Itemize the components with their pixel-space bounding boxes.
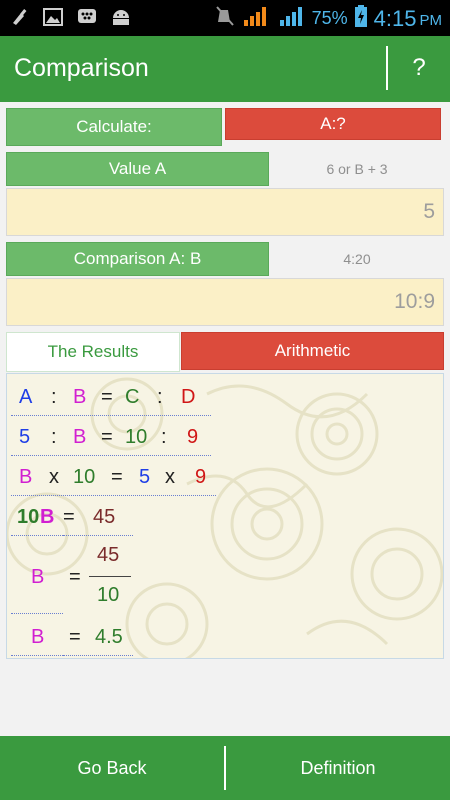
- tab-results[interactable]: The Results: [6, 332, 180, 372]
- value-45: 45: [93, 506, 116, 528]
- equals-sign: =: [111, 466, 123, 488]
- term-c: C: [125, 386, 140, 408]
- term-b: B: [19, 466, 33, 488]
- term-b: B: [40, 506, 55, 528]
- action-bar: Comparison ?: [0, 36, 450, 102]
- result-line-6-rhs: = 4.5: [63, 620, 133, 656]
- comparison-hint: 4:20: [343, 251, 371, 267]
- result-line-4-rhs: = 45: [63, 500, 133, 536]
- main-content: Calculate: A:? Value A 6 or B + 3 5 Comp…: [0, 102, 450, 736]
- broom-icon: [8, 6, 30, 28]
- multiply-sign: x: [49, 466, 59, 488]
- ratio-colon: :: [51, 426, 57, 448]
- result-line-3: B x 10 = 5 x 9: [11, 460, 216, 496]
- fraction-bar: [89, 576, 131, 577]
- definition-button[interactable]: Definition: [226, 736, 450, 800]
- value-9: 9: [187, 426, 199, 448]
- value-9: 9: [195, 466, 207, 488]
- calculate-label: Calculate:: [6, 108, 222, 146]
- battery-icon: [354, 4, 368, 33]
- status-bar-right: 75% 4:15 PM: [214, 4, 442, 33]
- equals-sign: =: [69, 566, 81, 588]
- bbm-icon: [76, 6, 98, 28]
- value-10: 10: [125, 426, 148, 448]
- final-answer: 4.5: [95, 626, 123, 648]
- tab-arithmetic[interactable]: Arithmetic: [181, 332, 444, 370]
- result-line-2: 5 : B = 10 : 9: [11, 420, 211, 456]
- value-a-input[interactable]: 5: [6, 188, 444, 236]
- result-line-5: B: [11, 540, 63, 614]
- result-line-5-rhs: = 45 10: [63, 540, 133, 614]
- term-b: B: [31, 626, 45, 648]
- coefficient-10: 10: [17, 506, 40, 528]
- fraction-denominator: 10: [97, 584, 120, 606]
- value-5: 5: [139, 466, 151, 488]
- battery-percent: 75%: [311, 8, 348, 28]
- term-b: B: [73, 386, 87, 408]
- signal-icon: [242, 4, 272, 33]
- android-icon: [110, 6, 132, 28]
- signal-icon-2: [278, 4, 306, 33]
- result-line-6: B: [11, 620, 63, 656]
- equals-sign: =: [101, 426, 113, 448]
- value-a-label: Value A: [6, 152, 269, 186]
- comparison-label: Comparison A: B: [6, 242, 269, 276]
- equals-sign: =: [69, 626, 81, 648]
- ratio-colon: :: [51, 386, 57, 408]
- image-icon: [42, 6, 64, 28]
- equals-sign: =: [101, 386, 113, 408]
- help-button[interactable]: ?: [404, 54, 434, 82]
- result-line-4: 10 B: [11, 500, 63, 536]
- fraction-numerator: 45: [97, 544, 120, 566]
- value-10: 10: [73, 466, 96, 488]
- equals-sign: =: [63, 506, 75, 528]
- comparison-input[interactable]: 10:9: [6, 278, 444, 326]
- ratio-colon: :: [157, 386, 163, 408]
- term-a: A: [19, 386, 33, 408]
- result-line-1: A : B = C : D: [11, 380, 211, 416]
- value-a-hint: 6 or B + 3: [326, 161, 388, 177]
- term-d: D: [181, 386, 196, 408]
- status-bar: 75% 4:15 PM: [0, 0, 450, 36]
- mute-icon: [214, 4, 236, 33]
- clock-time: 4:15: [373, 5, 417, 31]
- status-bar-left-icons: [8, 6, 132, 28]
- value-5: 5: [19, 426, 31, 448]
- results-panel: A : B = C : D 5 : B = 10 : 9 B x 10 = 5 …: [6, 373, 444, 659]
- term-b: B: [73, 426, 87, 448]
- page-title: Comparison: [14, 54, 149, 82]
- action-bar-divider: [386, 46, 388, 90]
- clock-ampm: PM: [419, 12, 443, 29]
- go-back-button[interactable]: Go Back: [0, 736, 224, 800]
- calculate-selector[interactable]: A:?: [225, 108, 441, 140]
- bottom-bar: Go Back Definition: [0, 736, 450, 800]
- multiply-sign: x: [165, 466, 175, 488]
- ratio-colon: :: [161, 426, 167, 448]
- term-b: B: [31, 566, 45, 588]
